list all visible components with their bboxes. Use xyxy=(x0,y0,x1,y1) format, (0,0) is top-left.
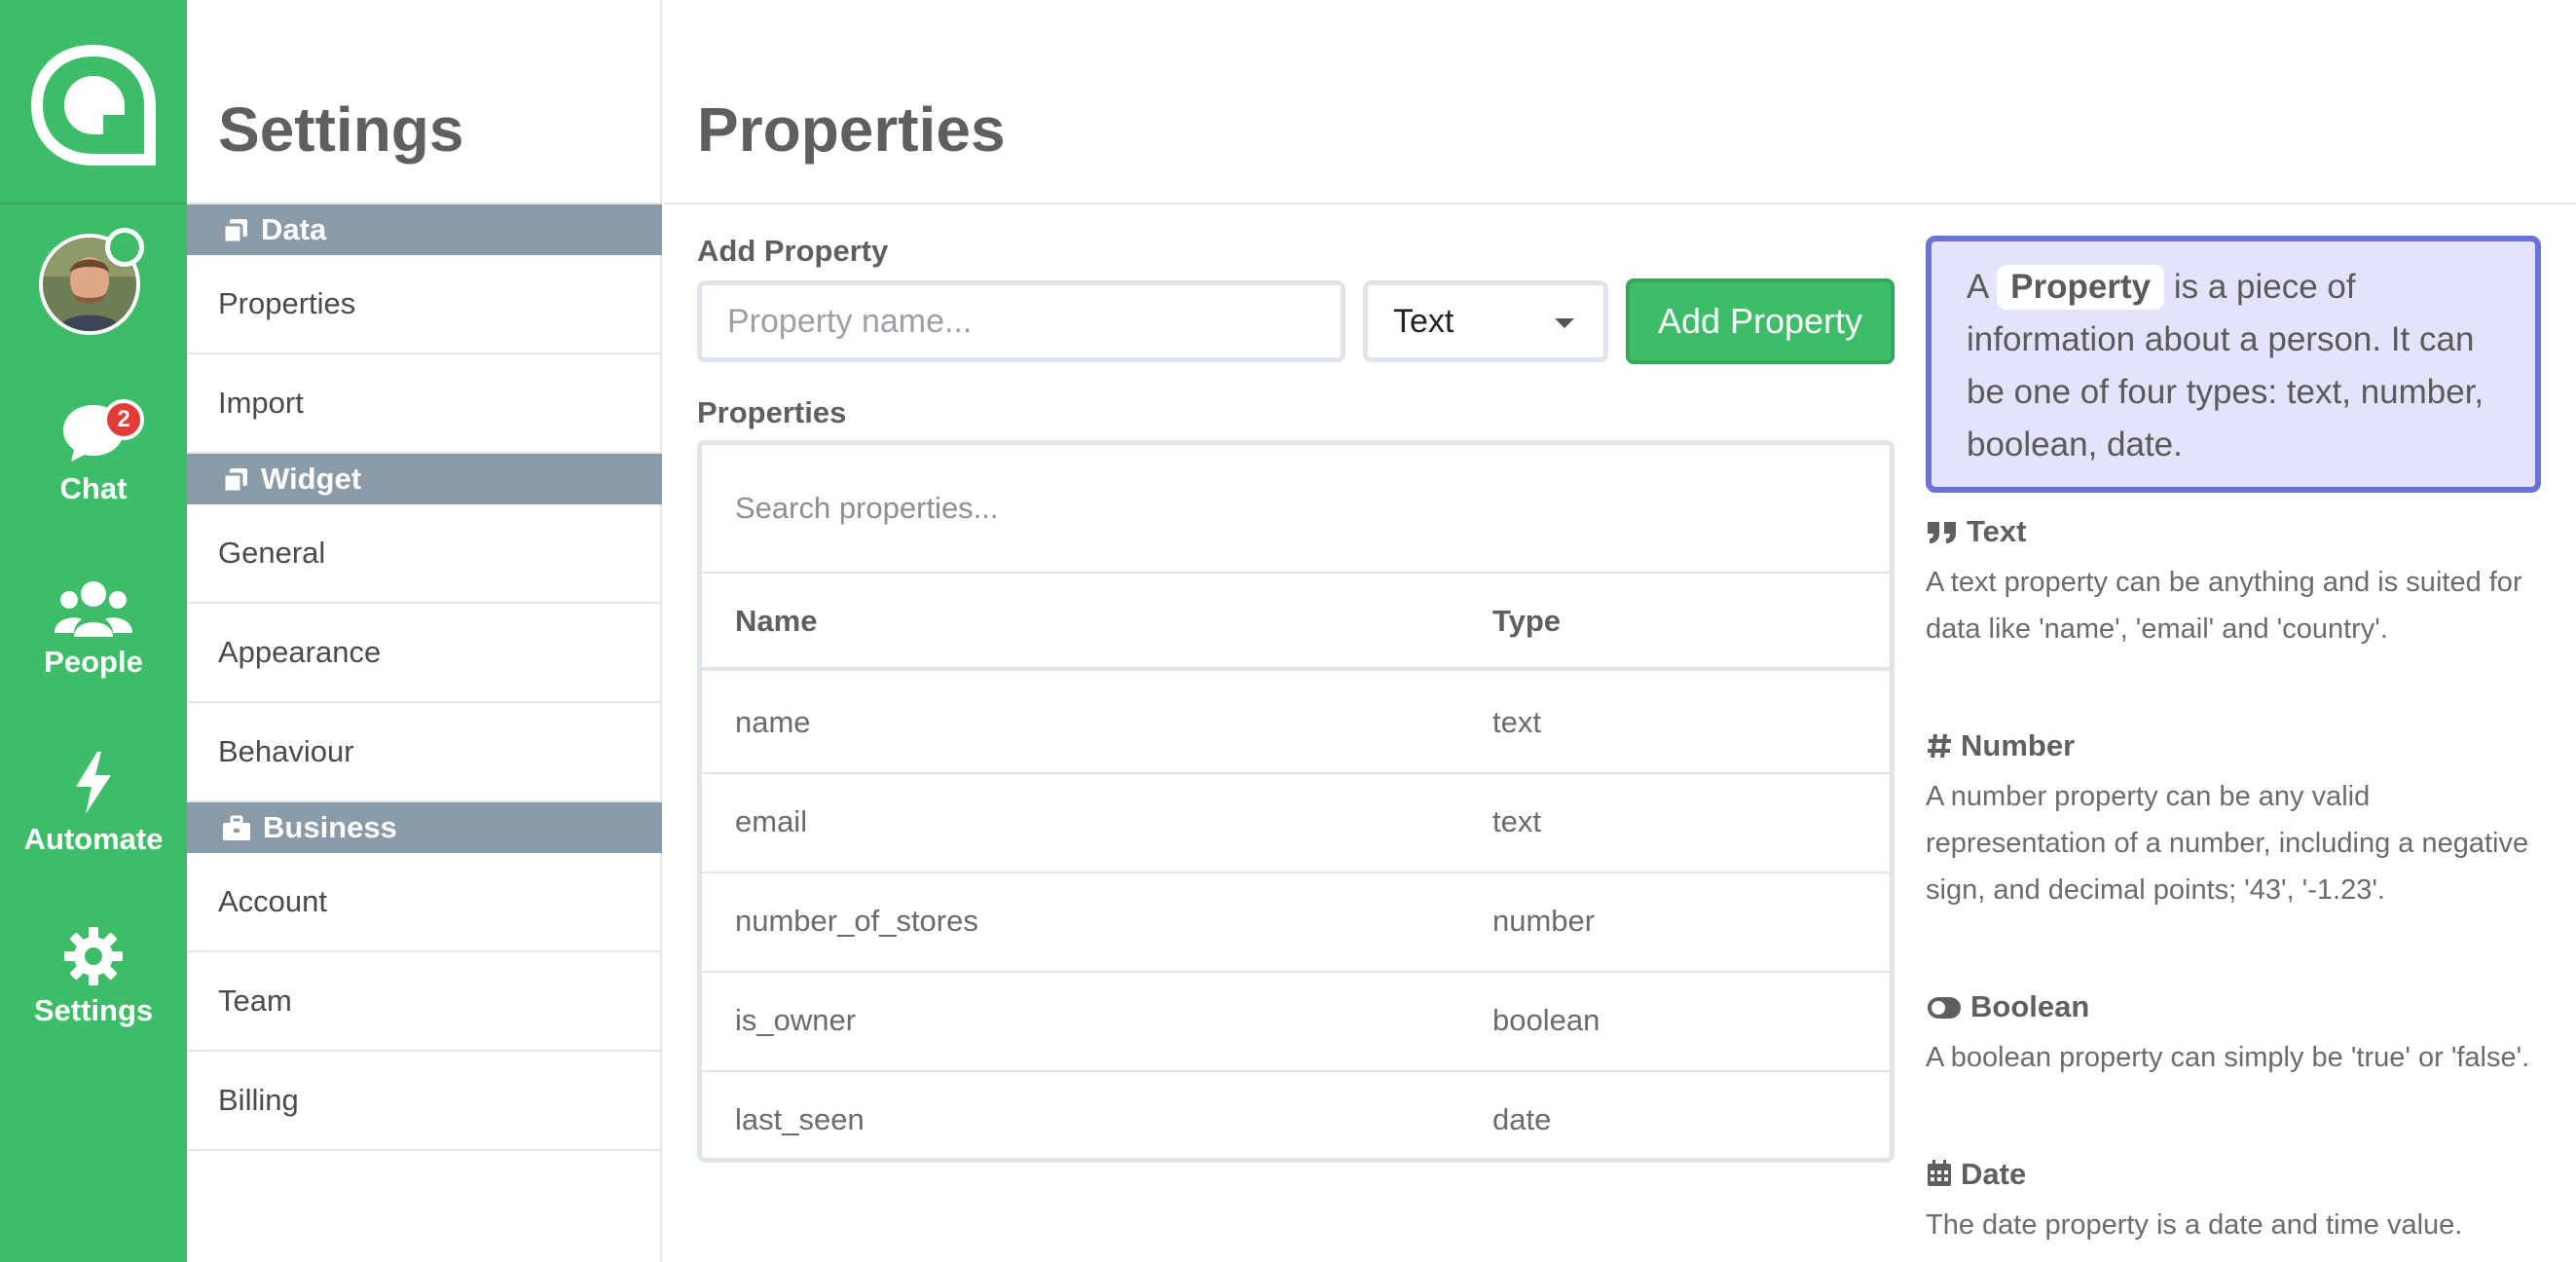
nav-item-properties[interactable]: Properties xyxy=(187,255,662,354)
chat-badge: 2 xyxy=(103,399,144,440)
rail-divider xyxy=(0,203,187,204)
cell-name: last_seen xyxy=(735,1102,865,1136)
table-row[interactable]: last_seen date xyxy=(702,1072,1890,1158)
copy-icon xyxy=(222,468,247,494)
nav-item-account[interactable]: Account xyxy=(187,853,662,952)
callout-prefix: A xyxy=(1967,268,1988,306)
nav-item-appearance[interactable]: Appearance xyxy=(187,604,662,703)
table-row[interactable]: name text xyxy=(702,675,1890,774)
section-label-business: Business xyxy=(263,810,397,844)
cell-name: name xyxy=(735,705,811,739)
nav-item-behaviour[interactable]: Behaviour xyxy=(187,703,662,802)
properties-table: Name Type name text email text number_of… xyxy=(697,440,1895,1163)
lightning-icon xyxy=(76,752,111,814)
cell-type: text xyxy=(1492,804,1541,838)
cell-name: is_owner xyxy=(735,1003,857,1037)
cell-type: date xyxy=(1492,1102,1552,1136)
help-text-boolean: A boolean property can simply be 'true' … xyxy=(1926,1042,2530,1073)
settings-title: Settings xyxy=(218,94,464,165)
help-text-date: The date property is a date and time val… xyxy=(1926,1209,2463,1241)
page-title: Properties xyxy=(697,94,1006,165)
help-heading-date: Date xyxy=(1926,1157,2026,1192)
section-widget: Widget xyxy=(187,454,662,504)
people-icon xyxy=(55,581,132,637)
properties-list-label: Properties xyxy=(697,395,847,429)
header-divider xyxy=(664,203,2576,204)
help-text-number: A number property can be any valid repre… xyxy=(1926,781,2529,906)
nav-item-team[interactable]: Team xyxy=(187,952,662,1052)
rail-item-people[interactable]: People xyxy=(0,578,187,680)
help-title-number: Number xyxy=(1961,728,2076,762)
rail-label-automate: Automate xyxy=(23,822,164,856)
settings-nav: Settings Data Properties Import Widget G… xyxy=(187,0,662,1262)
calendar-icon xyxy=(1928,1160,1951,1186)
hash-icon xyxy=(1928,733,1951,759)
column-header-name[interactable]: Name xyxy=(735,574,817,669)
main-content: Properties Add Property Text Add Propert… xyxy=(664,0,2576,1262)
property-term-pill: Property xyxy=(1997,265,2165,310)
app-rail: Chat 2 People Automate Settings xyxy=(0,0,187,1262)
help-heading-boolean: Boolean xyxy=(1926,989,2089,1024)
gear-icon xyxy=(64,927,123,985)
help-heading-text: Text xyxy=(1926,514,2026,549)
section-data: Data xyxy=(187,204,662,255)
add-property-label: Add Property xyxy=(697,234,889,268)
table-row[interactable]: email text xyxy=(702,774,1890,873)
section-label-widget: Widget xyxy=(261,462,362,496)
cell-type: number xyxy=(1492,904,1596,938)
rail-item-settings[interactable]: Settings xyxy=(0,925,187,1028)
rail-item-chat[interactable]: Chat xyxy=(0,401,187,506)
rail-label-people: People xyxy=(44,645,143,679)
toggle-icon xyxy=(1928,997,1961,1019)
briefcase-icon xyxy=(223,815,250,840)
property-type-select[interactable]: Text xyxy=(1363,280,1608,362)
property-type-value: Text xyxy=(1393,303,1454,340)
cell-type: boolean xyxy=(1492,1003,1601,1037)
property-name-input[interactable] xyxy=(697,280,1345,362)
help-title-text: Text xyxy=(1967,514,2027,548)
chevron-down-icon xyxy=(1555,318,1574,328)
rail-label-settings: Settings xyxy=(33,993,154,1027)
search-properties-input[interactable] xyxy=(702,445,1890,574)
nav-item-import[interactable]: Import xyxy=(187,354,662,454)
app-logo[interactable] xyxy=(29,45,158,166)
section-business: Business xyxy=(187,802,662,853)
rail-item-automate[interactable]: Automate xyxy=(0,750,187,857)
quote-icon xyxy=(1928,522,1956,543)
help-title-boolean: Boolean xyxy=(1970,989,2090,1023)
help-text-text: A text property can be anything and is s… xyxy=(1926,567,2522,645)
help-heading-number: Number xyxy=(1926,728,2075,763)
online-status-dot xyxy=(105,228,144,267)
nav-item-billing[interactable]: Billing xyxy=(187,1052,662,1151)
table-header: Name Type xyxy=(702,574,1890,671)
add-property-button[interactable]: Add Property xyxy=(1626,278,1895,364)
property-info-callout: A Property is a piece of information abo… xyxy=(1926,236,2541,493)
table-row[interactable]: is_owner boolean xyxy=(702,973,1890,1072)
copy-icon xyxy=(222,219,247,244)
cell-type: text xyxy=(1492,705,1541,739)
help-title-date: Date xyxy=(1961,1157,2027,1191)
section-label-data: Data xyxy=(261,212,327,246)
column-header-type[interactable]: Type xyxy=(1492,574,1561,669)
nav-item-general[interactable]: General xyxy=(187,504,662,604)
cell-name: number_of_stores xyxy=(735,904,978,938)
cell-name: email xyxy=(735,804,808,838)
table-row[interactable]: number_of_stores number xyxy=(702,873,1890,973)
rail-label-chat: Chat xyxy=(59,471,128,505)
